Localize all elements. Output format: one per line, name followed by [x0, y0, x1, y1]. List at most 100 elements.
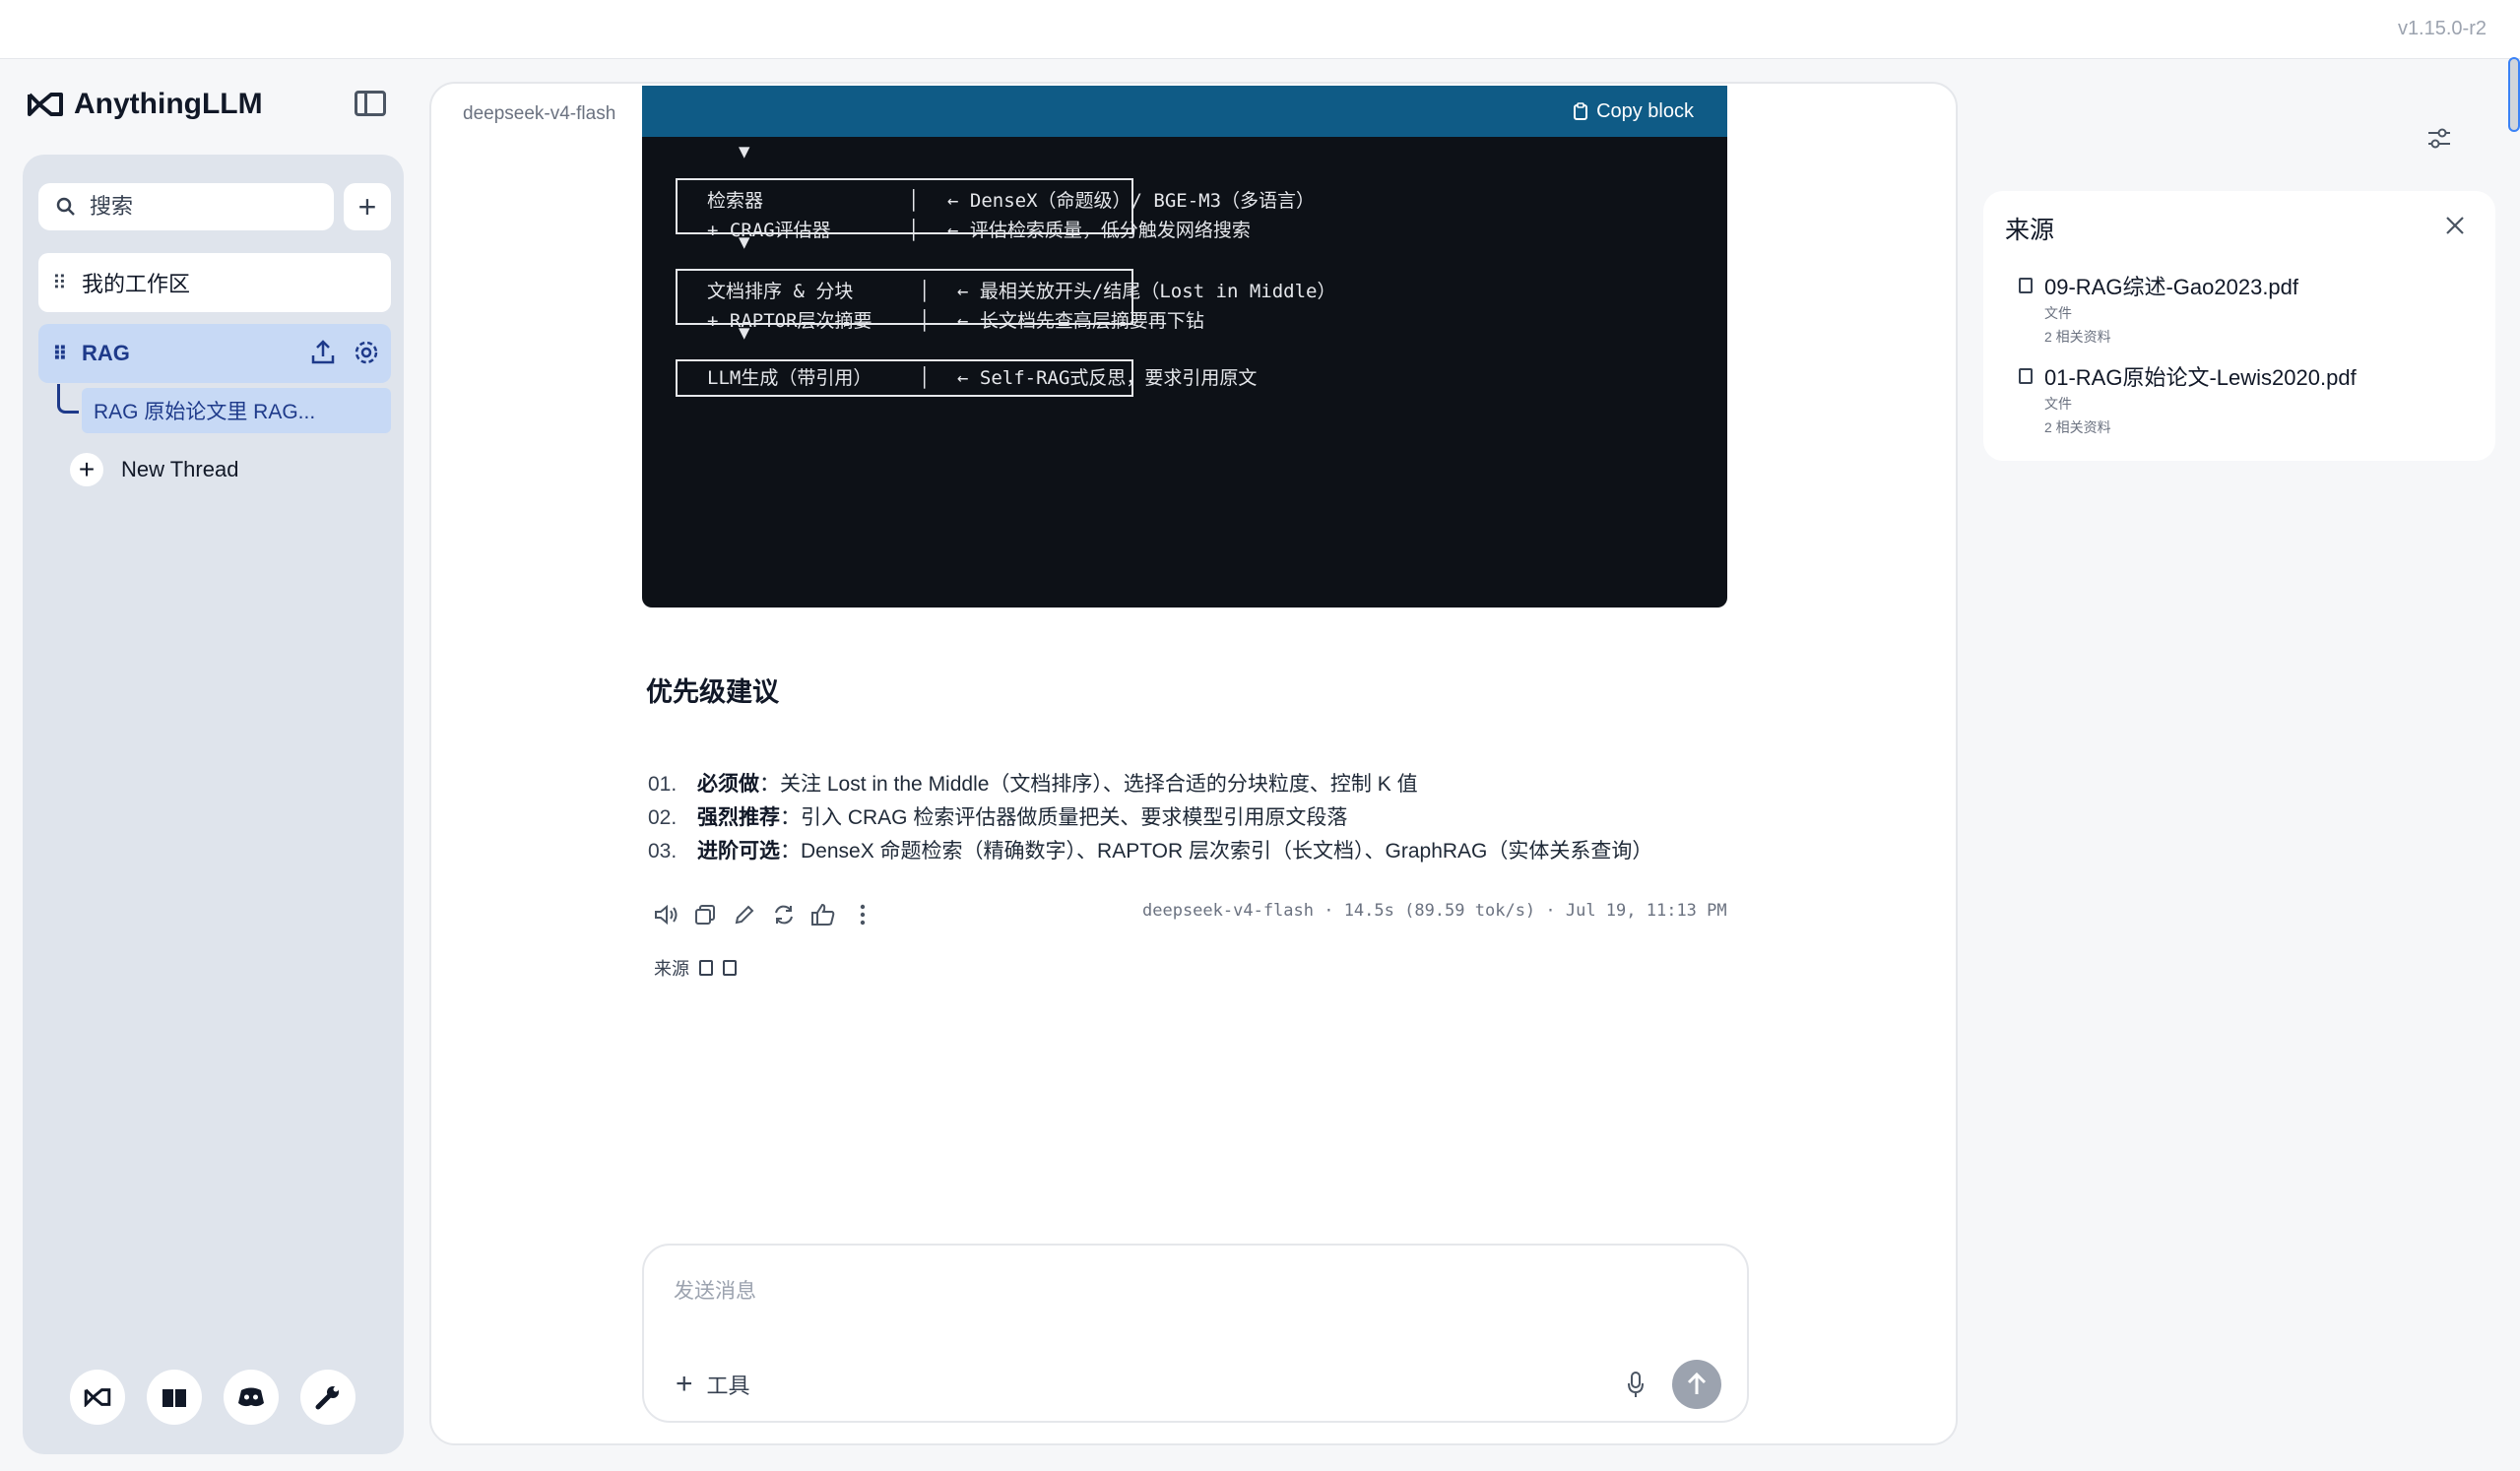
speaker-icon[interactable]	[652, 901, 679, 928]
list-label: 强烈推荐	[697, 806, 780, 829]
box-line: 检索器	[707, 190, 764, 212]
code-block: Copy block ▼ 检索器 + CRAG评估器 │ │ ← DenseX（…	[642, 86, 1727, 608]
workspace-label: RAG	[82, 341, 130, 365]
clipboard-icon	[1574, 102, 1588, 120]
workspace-item-mine[interactable]: ⠿ 我的工作区	[38, 253, 391, 312]
home-logo-icon[interactable]	[70, 1370, 125, 1425]
message-composer: + 工具	[642, 1244, 1749, 1423]
new-thread-label: New Thread	[121, 457, 239, 481]
new-thread-button[interactable]: + New Thread	[70, 450, 238, 489]
flow-arrow: ▼	[739, 141, 750, 162]
anythingllm-logo-icon	[28, 93, 63, 116]
list-item: 02. 强烈推荐：引入 CRAG 检索评估器做质量把关、要求模型引用原文段落	[648, 801, 1652, 835]
list-number: 01.	[648, 773, 678, 796]
box-separator: │	[908, 220, 920, 241]
edit-icon[interactable]	[731, 901, 758, 928]
brand-logo[interactable]: AnythingLLM	[27, 85, 263, 124]
document-icon[interactable]	[723, 960, 737, 976]
box-note: ← DenseX（命题级）/ BGE-M3（多语言）	[947, 190, 1316, 212]
message-meta: deepseek-v4-flash · 14.5s (89.59 tok/s) …	[1142, 901, 1727, 921]
box-line: + CRAG评估器	[707, 220, 831, 241]
priority-list: 01. 必须做：关注 Lost in the Middle（文档排序）、选择合适的…	[648, 768, 1652, 868]
search-icon	[56, 197, 75, 216]
source-refs: 2 相关资料	[2044, 419, 2111, 435]
gear-icon[interactable]	[352, 338, 381, 367]
drag-handle-icon[interactable]: ⠿	[52, 271, 68, 295]
workspace-item-rag[interactable]: ⠿ RAG	[38, 324, 391, 383]
plus-icon: +	[70, 453, 103, 486]
list-text: ：关注 Lost in the Middle（文档排序）、选择合适的分块粒度、控…	[759, 773, 1418, 796]
source-type: 文件	[2044, 396, 2072, 412]
discord-icon[interactable]	[224, 1370, 279, 1425]
box-separator: │	[919, 281, 931, 302]
tools-button[interactable]: + 工具	[676, 1368, 750, 1401]
document-icon	[2019, 278, 2033, 293]
flow-arrow: ▼	[739, 231, 750, 253]
code-block-header: Copy block	[642, 86, 1727, 137]
box-line: + RAPTOR层次摘要	[707, 310, 872, 332]
thread-item-active[interactable]: RAG 原始论文里 RAG...	[82, 388, 391, 433]
list-label: 进阶可选	[697, 840, 780, 863]
add-workspace-button[interactable]: +	[344, 183, 391, 230]
list-text: ：DenseX 命题检索（精确数字）、RAPTOR 层次索引（长文档）、Grap…	[780, 840, 1653, 863]
copy-icon[interactable]	[691, 901, 719, 928]
model-label: deepseek-v4-flash	[463, 103, 616, 124]
source-type: 文件	[2044, 305, 2072, 321]
source-refs: 2 相关资料	[2044, 329, 2111, 345]
search-field[interactable]	[38, 183, 334, 230]
message-input[interactable]	[674, 1275, 1658, 1334]
box-line: LLM生成（带引用）	[707, 367, 872, 389]
send-button[interactable]	[1672, 1360, 1721, 1409]
box-separator: │	[919, 367, 931, 389]
sources-label: 来源	[654, 959, 689, 979]
microphone-icon[interactable]	[1621, 1368, 1650, 1401]
list-item: 03. 进阶可选：DenseX 命题检索（精确数字）、RAPTOR 层次索引（长文…	[648, 835, 1652, 868]
wrench-icon[interactable]	[300, 1370, 355, 1425]
source-item[interactable]: 01-RAG原始论文-Lewis2020.pdf 文件 2 相关资料	[2019, 360, 2357, 439]
box-separator: │	[919, 310, 931, 332]
message-sources[interactable]: 来源	[654, 955, 737, 981]
arrow-up-icon	[1687, 1373, 1707, 1394]
plus-icon: +	[676, 1368, 693, 1400]
list-number: 03.	[648, 840, 678, 863]
thumbs-up-icon[interactable]	[809, 901, 837, 928]
box-note: ← Self-RAG式反思，要求引用原文	[957, 367, 1258, 389]
box-note: ← 最相关放开头/结尾（Lost in Middle）	[957, 281, 1336, 302]
list-item: 01. 必须做：关注 Lost in the Middle（文档排序）、选择合适的…	[648, 768, 1652, 801]
source-item[interactable]: 09-RAG综述-Gao2023.pdf 文件 2 相关资料	[2019, 270, 2298, 349]
search-input[interactable]	[90, 194, 306, 220]
sources-panel: 来源 09-RAG综述-Gao2023.pdf 文件 2 相关资料 01-RAG…	[1983, 191, 2495, 461]
list-number: 02.	[648, 806, 678, 829]
section-heading: 优先级建议	[646, 677, 779, 707]
tools-label: 工具	[706, 1374, 750, 1398]
version-label: v1.15.0-r2	[2397, 18, 2487, 39]
top-bar: v1.15.0-r2	[0, 0, 2520, 59]
more-options-icon[interactable]	[849, 901, 876, 928]
regenerate-icon[interactable]	[770, 901, 798, 928]
drag-handle-icon[interactable]: ⠿	[52, 342, 68, 366]
thread-label: RAG 原始论文里 RAG...	[94, 401, 316, 423]
sidebar-toggle-icon[interactable]	[355, 91, 386, 116]
copy-block-button[interactable]: Copy block	[1573, 100, 1694, 123]
chat-panel: deepseek-v4-flash Copy block ▼ 检索器 + CRA…	[429, 82, 1958, 1445]
box-note: ← 长文档先查高层摘要再下钻	[957, 310, 1204, 332]
list-text: ：引入 CRAG 检索评估器做质量把关、要求模型引用原文段落	[780, 806, 1348, 829]
source-name: 01-RAG原始论文-Lewis2020.pdf	[2044, 365, 2357, 390]
sidebar: + ⠿ 我的工作区 ⠿ RAG RAG 原始论文里 RAG... + New T…	[23, 155, 404, 1454]
workspace-label: 我的工作区	[82, 272, 191, 296]
close-icon[interactable]	[2442, 213, 2468, 238]
list-label: 必须做	[697, 773, 759, 796]
upload-icon[interactable]	[308, 338, 338, 367]
sidebar-footer	[70, 1370, 355, 1425]
settings-sliders-icon[interactable]	[2424, 124, 2454, 154]
brand-name: AnythingLLM	[74, 88, 263, 120]
thread-connector	[57, 384, 79, 414]
copy-block-label: Copy block	[1596, 99, 1694, 122]
book-icon[interactable]	[147, 1370, 202, 1425]
document-icon[interactable]	[699, 960, 713, 976]
sources-panel-title: 来源	[2005, 217, 2055, 244]
flow-arrow: ▼	[739, 322, 750, 344]
document-icon	[2019, 368, 2033, 384]
page-scrollbar[interactable]	[2508, 57, 2520, 132]
plus-icon: +	[357, 188, 377, 224]
